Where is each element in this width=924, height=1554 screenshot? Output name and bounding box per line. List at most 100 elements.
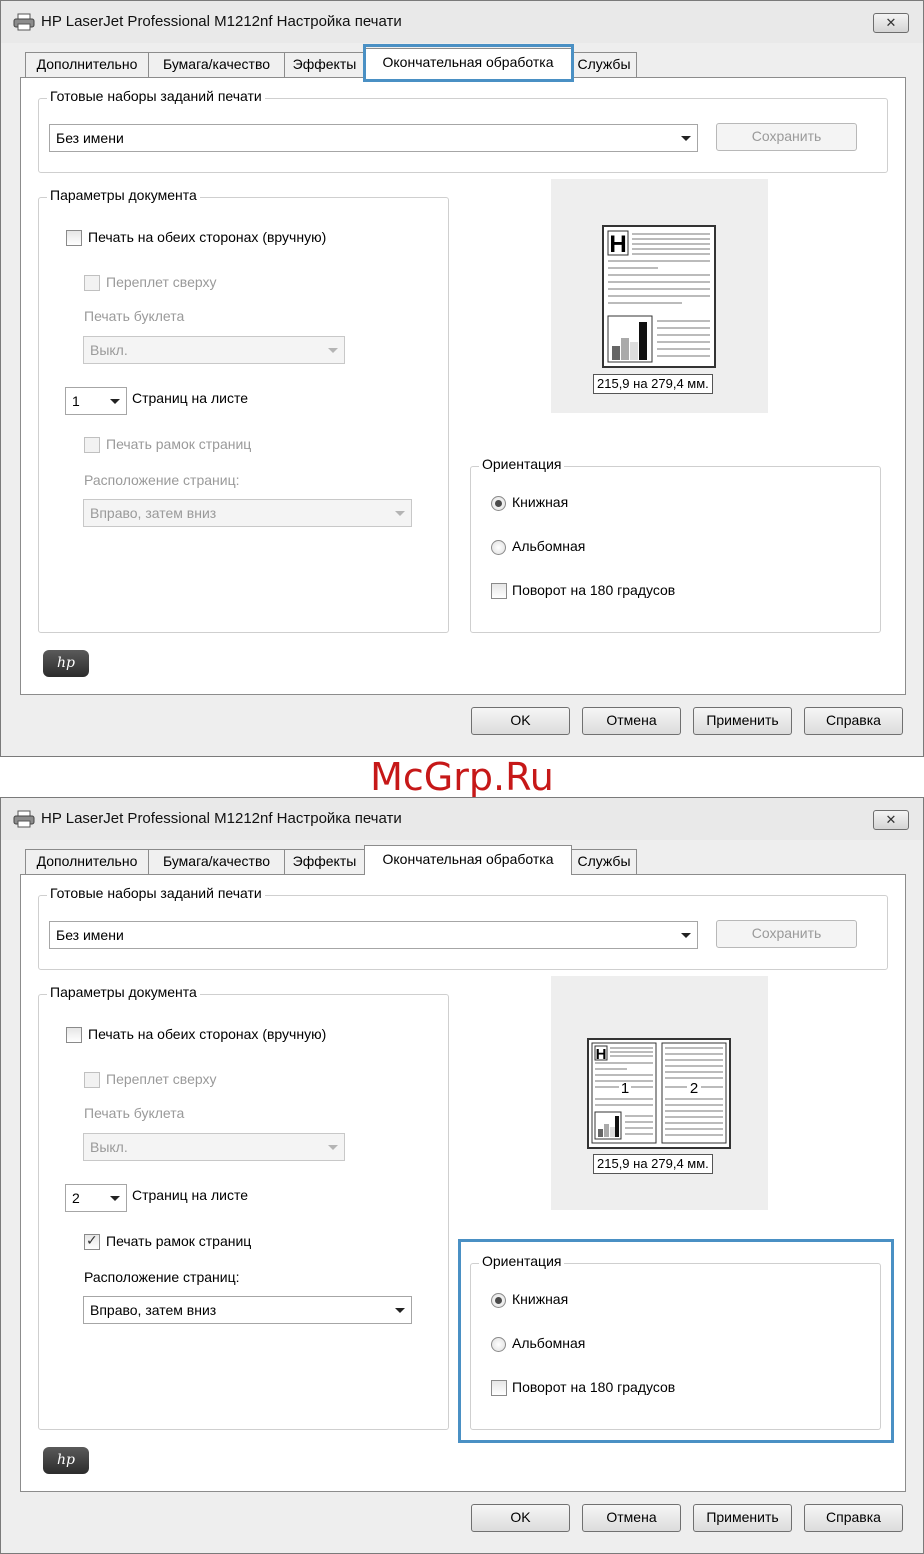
svg-text:H: H — [609, 231, 626, 258]
chevron-down-icon — [110, 399, 120, 404]
portrait-label: Книжная — [512, 1291, 569, 1307]
paper-size-label: 215,9 на 279,4 мм. — [593, 1154, 713, 1174]
finishing-tab-panel: Готовые наборы заданий печати Без имени … — [20, 874, 906, 1492]
page-order-combo[interactable]: Вправо, затем вниз — [83, 1296, 412, 1324]
flip-up-checkbox[interactable] — [84, 275, 100, 291]
cancel-button[interactable]: Отмена — [582, 707, 681, 735]
help-button[interactable]: Справка — [804, 1504, 903, 1532]
pages-per-sheet-combo[interactable]: 1 — [65, 387, 127, 415]
tab-effects[interactable]: Эффекты — [284, 849, 365, 874]
duplex-checkbox[interactable] — [66, 1027, 82, 1043]
rotate-180-label: Поворот на 180 градусов — [512, 1379, 676, 1395]
presets-value: Без имени — [56, 130, 124, 146]
save-preset-button[interactable]: Сохранить — [716, 123, 857, 151]
window-title: HP LaserJet Professional M1212nf Настрой… — [41, 13, 402, 30]
duplex-label: Печать на обеих сторонах (вручную) — [88, 1026, 327, 1042]
svg-text:H: H — [596, 1046, 607, 1063]
page-number-2: 2 — [690, 1080, 698, 1097]
print-borders-label: Печать рамок страниц — [106, 436, 252, 452]
paper-size-label: 215,9 на 279,4 мм. — [593, 374, 713, 394]
print-settings-dialog-2: HP LaserJet Professional M1212nf Настрой… — [0, 797, 924, 1554]
two-up-preview-graphic: H 1 2 — [587, 1038, 731, 1149]
print-borders-label: Печать рамок страниц — [106, 1233, 252, 1249]
page-order-value: Вправо, затем вниз — [90, 505, 217, 521]
tab-finishing[interactable]: Окончательная обработка — [364, 48, 572, 78]
print-borders-checkbox[interactable] — [84, 1232, 100, 1250]
chevron-down-icon — [328, 1145, 338, 1150]
presets-value: Без имени — [56, 927, 124, 943]
tab-effects[interactable]: Эффекты — [284, 52, 365, 77]
tab-paper-quality[interactable]: Бумага/качество — [148, 849, 285, 874]
save-preset-button[interactable]: Сохранить — [716, 920, 857, 948]
page-preview: H 1 2 215,9 на 279,4 мм. — [551, 976, 768, 1210]
landscape-radio[interactable] — [491, 1337, 506, 1352]
chevron-down-icon — [328, 348, 338, 353]
rotate-180-checkbox[interactable] — [491, 583, 507, 599]
presets-combo[interactable]: Без имени — [49, 921, 698, 949]
close-button[interactable]: ✕ — [873, 13, 909, 33]
finishing-tab-panel: Готовые наборы заданий печати Без имени … — [20, 77, 906, 695]
duplex-checkbox[interactable] — [66, 230, 82, 246]
window-title: HP LaserJet Professional M1212nf Настрой… — [41, 810, 402, 827]
cancel-button[interactable]: Отмена — [582, 1504, 681, 1532]
hp-logo: hp — [43, 1447, 89, 1474]
chevron-down-icon — [395, 1308, 405, 1313]
title-bar: HP LaserJet Professional M1212nf Настрой… — [1, 1, 923, 43]
watermark: McGrp.Ru — [370, 755, 554, 799]
title-bar: HP LaserJet Professional M1212nf Настрой… — [1, 798, 923, 840]
ok-button[interactable]: OK — [471, 1504, 570, 1532]
tab-advanced[interactable]: Дополнительно — [25, 52, 149, 77]
presets-legend: Готовые наборы заданий печати — [47, 88, 265, 104]
portrait-label: Книжная — [512, 494, 569, 510]
booklet-label: Печать буклета — [84, 1105, 185, 1121]
ok-button[interactable]: OK — [471, 707, 570, 735]
tab-services[interactable]: Службы — [571, 52, 637, 77]
tab-paper-quality[interactable]: Бумага/качество — [148, 52, 285, 77]
chevron-down-icon — [110, 1196, 120, 1201]
close-button[interactable]: ✕ — [873, 810, 909, 830]
rotate-180-checkbox[interactable] — [491, 1380, 507, 1396]
print-settings-dialog-1: HP LaserJet Professional M1212nf Настрой… — [0, 0, 924, 757]
printer-icon — [13, 13, 35, 31]
flip-up-label: Переплет сверху — [106, 274, 217, 290]
booklet-label: Печать буклета — [84, 308, 185, 324]
presets-legend: Готовые наборы заданий печати — [47, 885, 265, 901]
print-borders-checkbox[interactable] — [84, 437, 100, 453]
flip-up-checkbox[interactable] — [84, 1072, 100, 1088]
pages-per-sheet-value: 1 — [72, 393, 80, 409]
landscape-label: Альбомная — [512, 1335, 586, 1351]
apply-button[interactable]: Применить — [693, 1504, 792, 1532]
hp-logo: hp — [43, 650, 89, 677]
printer-icon — [13, 810, 35, 828]
document-params-legend: Параметры документа — [47, 187, 200, 203]
document-params-legend: Параметры документа — [47, 984, 200, 1000]
rotate-180-label: Поворот на 180 градусов — [512, 582, 676, 598]
pages-per-sheet-label: Страниц на листе — [132, 1187, 248, 1203]
landscape-label: Альбомная — [512, 538, 586, 554]
portrait-radio[interactable] — [491, 496, 506, 511]
flip-up-label: Переплет сверху — [106, 1071, 217, 1087]
landscape-radio[interactable] — [491, 540, 506, 555]
pages-per-sheet-label: Страниц на листе — [132, 390, 248, 406]
tab-finishing[interactable]: Окончательная обработка — [364, 845, 572, 875]
page-number-1: 1 — [621, 1080, 629, 1097]
page-order-label: Расположение страниц: — [84, 472, 240, 488]
duplex-label: Печать на обеих сторонах (вручную) — [88, 229, 327, 245]
booklet-value: Выкл. — [90, 342, 128, 358]
portrait-radio[interactable] — [491, 1293, 506, 1308]
pages-per-sheet-combo[interactable]: 2 — [65, 1184, 127, 1212]
booklet-combo[interactable]: Выкл. — [83, 1133, 345, 1161]
help-button[interactable]: Справка — [804, 707, 903, 735]
apply-button[interactable]: Применить — [693, 707, 792, 735]
booklet-combo[interactable]: Выкл. — [83, 336, 345, 364]
tab-advanced[interactable]: Дополнительно — [25, 849, 149, 874]
chevron-down-icon — [395, 511, 405, 516]
page-order-label: Расположение страниц: — [84, 1269, 240, 1285]
page-order-value: Вправо, затем вниз — [90, 1302, 217, 1318]
presets-combo[interactable]: Без имени — [49, 124, 698, 152]
page-order-combo[interactable]: Вправо, затем вниз — [83, 499, 412, 527]
page-preview-graphic: H — [602, 225, 716, 368]
document-params-group: Параметры документа — [38, 984, 449, 1430]
tab-services[interactable]: Службы — [571, 849, 637, 874]
orientation-legend: Ориентация — [479, 456, 565, 472]
